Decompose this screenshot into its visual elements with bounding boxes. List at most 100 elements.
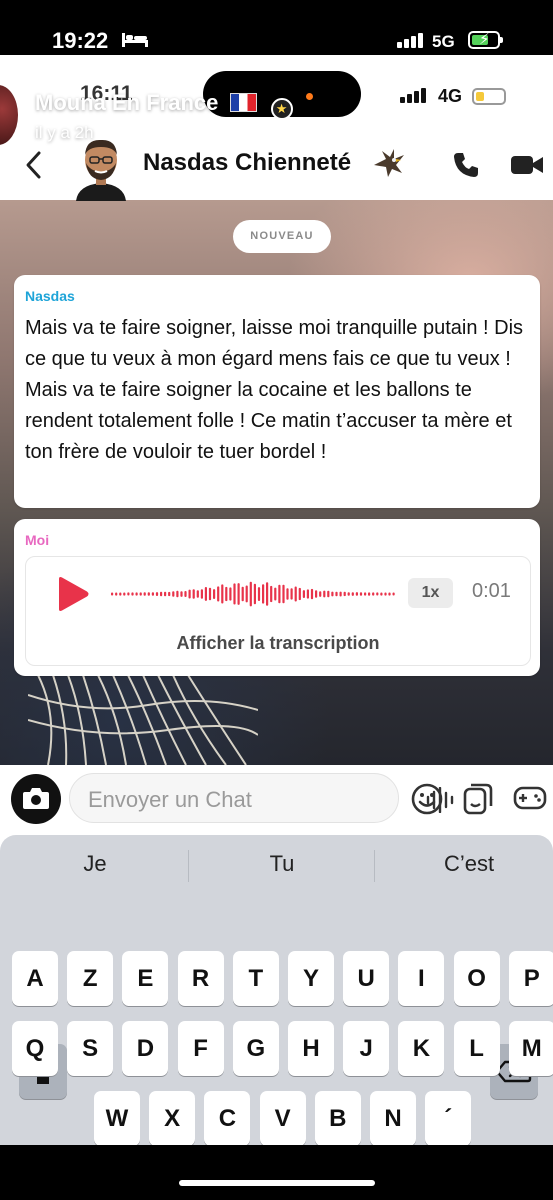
waveform-bar xyxy=(319,591,322,597)
story-frame[interactable]: 16:11 4G Nasdas Chienneté NOUVEAU Nasdas… xyxy=(0,55,553,1145)
key-B[interactable]: B xyxy=(314,1091,361,1145)
waveform-bar xyxy=(270,585,273,603)
waveform-bar xyxy=(115,592,118,596)
key-P[interactable]: P xyxy=(508,951,553,1006)
key-Q[interactable]: Q xyxy=(12,1021,58,1076)
suggestion-3[interactable]: C’est xyxy=(394,851,544,877)
keyboard: Je Tu C’est 123 AZERTYUIOPQSDFGHJKLMWXCV… xyxy=(0,835,553,1145)
waveform-bar xyxy=(392,592,395,596)
key-H[interactable]: H xyxy=(288,1021,334,1076)
network-label: 5G xyxy=(432,32,455,51)
waveform-bar xyxy=(196,590,199,598)
back-chevron-icon[interactable] xyxy=(22,150,46,180)
chat-input-bar: Envoyer un Chat xyxy=(0,765,553,835)
message-text: Mais va te faire soigner, laisse moi tra… xyxy=(25,317,524,463)
key-J[interactable]: J xyxy=(343,1021,390,1076)
waveform-bar xyxy=(339,591,342,597)
key-I[interactable]: I xyxy=(398,951,445,1006)
battery-charging-icon: ⚡ xyxy=(468,31,503,49)
waveform-bar xyxy=(237,583,240,605)
inner-network-label: 4G xyxy=(438,86,463,106)
message-sender-name: Moi xyxy=(25,532,50,548)
bell-icon[interactable] xyxy=(510,102,540,134)
waveform-bar xyxy=(221,584,224,604)
waveform-bar xyxy=(323,590,326,598)
key-R[interactable]: R xyxy=(177,951,224,1006)
waveform-bar xyxy=(364,592,367,596)
phone-call-icon[interactable] xyxy=(452,151,480,179)
key-W[interactable]: W xyxy=(94,1091,140,1145)
france-flag-icon xyxy=(230,93,258,112)
video-call-icon[interactable] xyxy=(511,152,543,178)
play-icon[interactable] xyxy=(54,576,90,612)
key-´[interactable]: ´ xyxy=(425,1091,472,1145)
key-N[interactable]: N xyxy=(370,1091,416,1145)
waveform-bar xyxy=(151,592,154,596)
sticker-icon[interactable] xyxy=(462,782,494,816)
waveform-bar xyxy=(131,592,134,596)
key-M[interactable]: M xyxy=(508,1021,553,1076)
privacy-indicator-dot xyxy=(306,93,313,100)
star-badge-icon: ★ xyxy=(270,98,293,120)
key-D[interactable]: D xyxy=(122,1021,169,1076)
key-X[interactable]: X xyxy=(149,1091,196,1145)
emoji-icon[interactable] xyxy=(410,782,444,816)
outer-status-bar: 19:22 5G ⚡ xyxy=(0,0,553,55)
waveform-bar xyxy=(217,586,220,602)
game-controller-icon[interactable] xyxy=(513,784,547,812)
voice-note: 1x 0:01 Afficher la transcription xyxy=(25,556,531,666)
key-C[interactable]: C xyxy=(204,1091,251,1145)
story-author[interactable]: Mouna En France ★ xyxy=(35,90,293,120)
message-card-received[interactable]: Nasdas Mais va te faire soigner, laisse … xyxy=(14,275,540,508)
key-G[interactable]: G xyxy=(232,1021,279,1076)
voice-duration: 0:01 xyxy=(472,580,511,602)
waveform-bar xyxy=(262,584,265,604)
key-O[interactable]: O xyxy=(453,951,500,1006)
waveform-bar xyxy=(119,592,122,596)
key-S[interactable]: S xyxy=(67,1021,114,1076)
scarf-fringe-graphic xyxy=(28,675,258,765)
camera-icon xyxy=(23,788,49,809)
key-Y[interactable]: Y xyxy=(288,951,334,1006)
key-K[interactable]: K xyxy=(398,1021,445,1076)
chat-input-placeholder: Envoyer un Chat xyxy=(88,787,252,812)
message-card-sent-voice[interactable]: Moi 1x 0:01 Afficher la transcription xyxy=(14,519,540,676)
camera-button[interactable] xyxy=(11,774,61,824)
suggestion-1[interactable]: Je xyxy=(20,851,170,877)
key-T[interactable]: T xyxy=(232,951,279,1006)
waveform-bar xyxy=(233,583,236,605)
waveform-bar xyxy=(123,592,126,596)
waveform-bar xyxy=(139,592,142,596)
waveform-bar xyxy=(208,587,212,601)
chat-message-input[interactable]: Envoyer un Chat xyxy=(69,773,454,823)
waveform-bar xyxy=(143,592,146,596)
key-E[interactable]: E xyxy=(122,951,169,1006)
bitmoji-avatar[interactable] xyxy=(74,135,128,201)
key-U[interactable]: U xyxy=(343,951,390,1006)
waveform-bar xyxy=(229,587,232,601)
playback-speed-button[interactable]: 1x xyxy=(408,578,453,608)
waveform-bar xyxy=(241,586,244,602)
sleep-focus-icon xyxy=(122,33,148,47)
key-V[interactable]: V xyxy=(259,1091,306,1145)
waveform-bar xyxy=(282,584,285,604)
story-author-name: Mouna En France xyxy=(35,90,219,115)
chat-contact-name[interactable]: Nasdas Chienneté xyxy=(143,149,351,177)
waveform-bar xyxy=(249,581,252,607)
key-F[interactable]: F xyxy=(177,1021,224,1076)
waveform-bar xyxy=(286,588,289,600)
waveform-bar xyxy=(380,592,383,596)
waveform-bar xyxy=(155,592,159,596)
key-A[interactable]: A xyxy=(12,951,58,1006)
key-Z[interactable]: Z xyxy=(67,951,114,1006)
waveform-bar xyxy=(135,592,138,596)
show-transcription-link[interactable]: Afficher la transcription xyxy=(26,633,530,654)
story-timestamp: il y a 2h xyxy=(35,123,94,142)
waveform-bar xyxy=(347,592,350,596)
new-messages-pill: NOUVEAU xyxy=(233,220,331,253)
key-L[interactable]: L xyxy=(453,1021,500,1076)
waveform-bar xyxy=(298,587,301,601)
home-indicator[interactable] xyxy=(179,1180,375,1186)
suggestion-2[interactable]: Tu xyxy=(207,851,357,877)
audio-waveform[interactable] xyxy=(111,571,397,617)
